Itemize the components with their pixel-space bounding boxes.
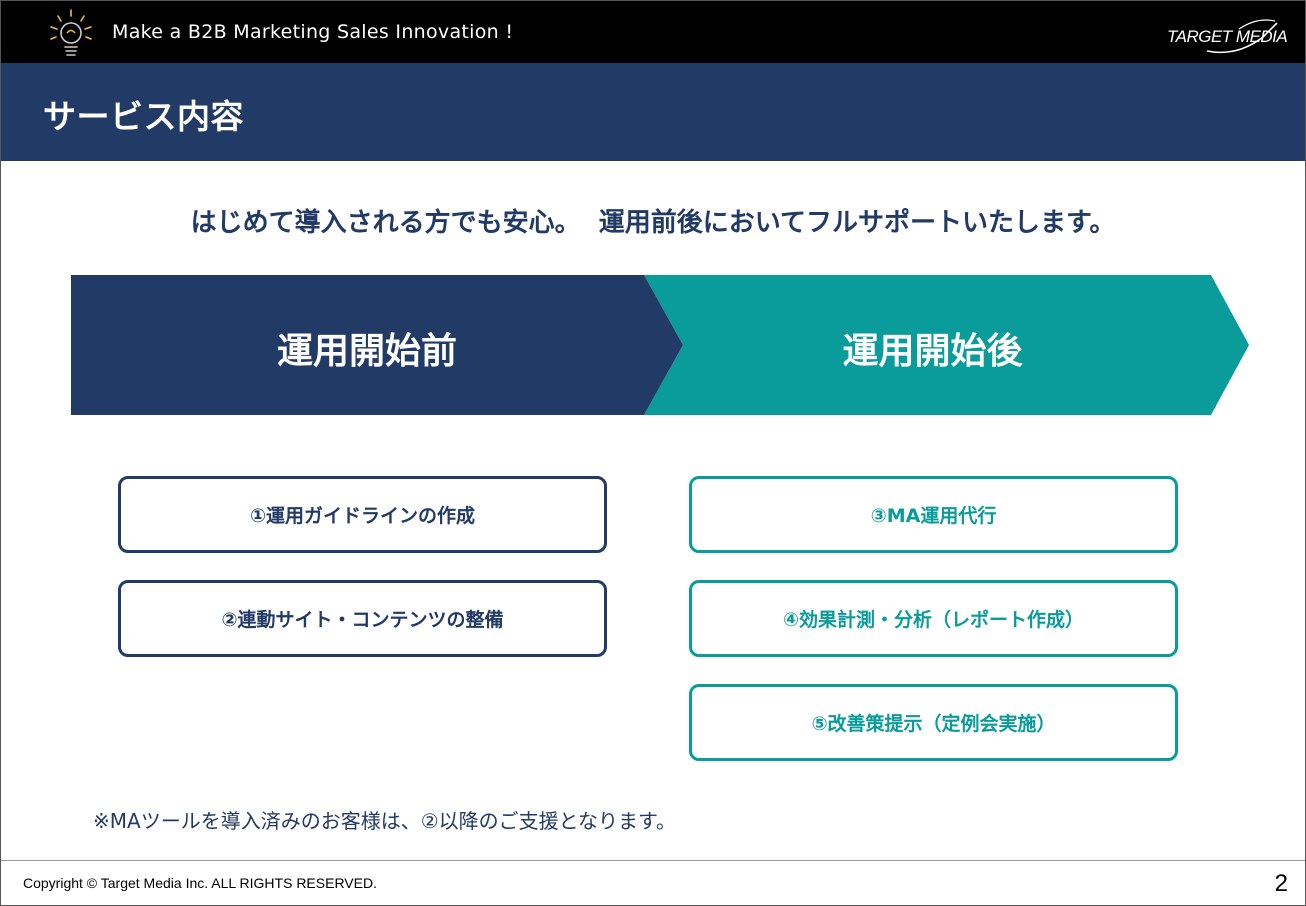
footnote: ※MAツールを導入済みのお客様は、②以降のご支援となります。 (93, 809, 677, 833)
phase-before-label: 運用開始前 (276, 331, 457, 372)
footer-divider (1, 860, 1305, 861)
company-logo: TARGET MEDIA (1167, 15, 1288, 57)
lightbulb-icon (50, 9, 92, 56)
page-number: 2 (1274, 870, 1288, 897)
service-card-measurement: ④効果計測・分析（レポート作成） (689, 580, 1178, 657)
header-tagline: Make a B2B Marketing Sales Innovation ! (112, 21, 514, 43)
logo-swoosh-icon (1206, 19, 1278, 54)
phase-after-label: 運用開始後 (842, 331, 1023, 372)
lead-text: はじめて導入される方でも安心。 運用前後においてフルサポートいたします。 (190, 208, 1116, 238)
service-card-guideline: ①運用ガイドラインの作成 (118, 476, 607, 553)
copyright-text: Copyright © Target Media Inc. ALL RIGHTS… (23, 875, 377, 891)
title-bar: サービス内容 (1, 63, 1305, 161)
service-card-ma-operation: ③MA運用代行 (689, 476, 1178, 553)
service-card-improvement: ⑤改善策提示（定例会実施） (689, 684, 1178, 761)
top-bar: Make a B2B Marketing Sales Innovation ! … (1, 1, 1305, 63)
service-card-site-content: ②連動サイト・コンテンツの整備 (118, 580, 607, 657)
page-title: サービス内容 (43, 97, 244, 136)
